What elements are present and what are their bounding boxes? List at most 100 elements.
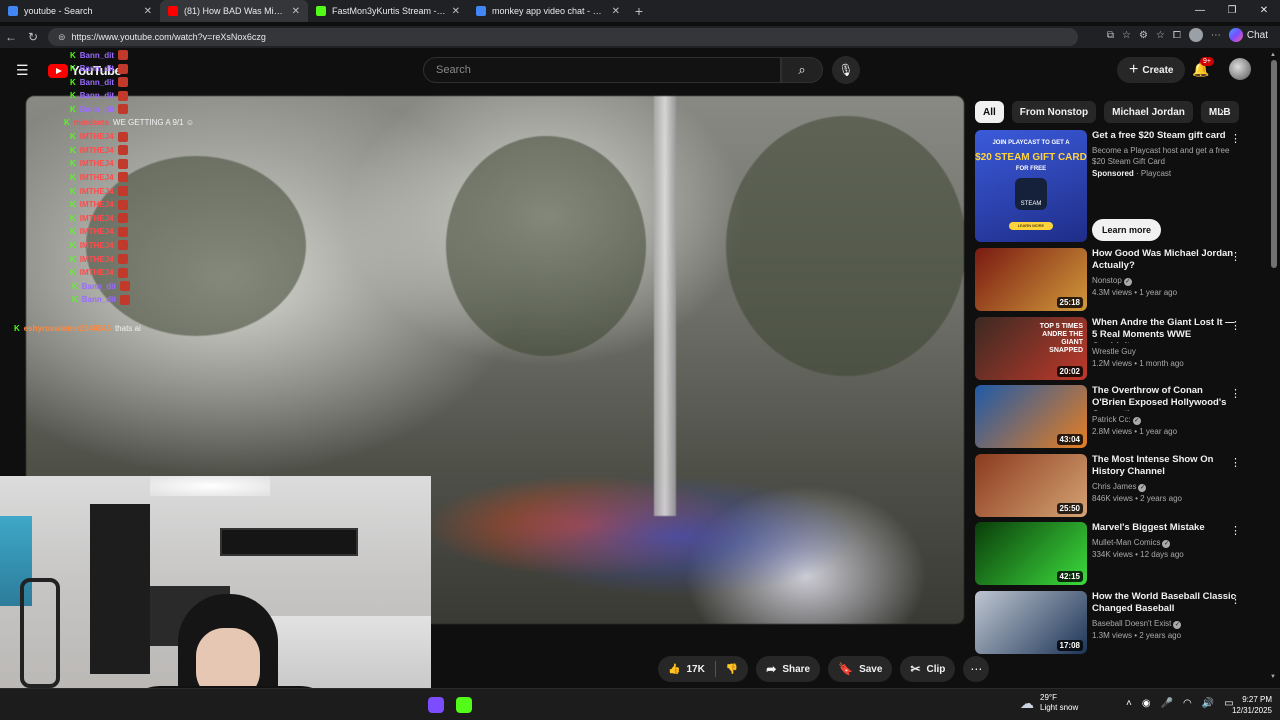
collections-icon[interactable]: ⧠ xyxy=(1173,30,1181,41)
favorite-star-icon[interactable]: ☆ xyxy=(1122,30,1131,41)
kick-app-icon[interactable] xyxy=(456,697,472,713)
video-thumbnail[interactable]: 43:04 xyxy=(975,385,1087,448)
search-button[interactable]: ⌕ xyxy=(781,57,823,83)
ad-thumb-main: $20 STEAM GIFT CARD xyxy=(975,152,1087,163)
thumbs-up-icon: 👍 xyxy=(668,663,681,675)
kebab-menu-icon[interactable]: ⋮ xyxy=(1230,319,1241,332)
emote-icon xyxy=(117,158,128,169)
channel-name[interactable]: Mullet-Man Comics xyxy=(1092,538,1160,547)
video-title[interactable]: The Overthrow of Conan O'Brien Exposed H… xyxy=(1092,385,1237,411)
recommended-video[interactable]: 25:50 The Most Intense Show On History Ch… xyxy=(975,454,1245,517)
video-title[interactable]: The Most Intense Show On History Channel xyxy=(1092,454,1237,478)
search-box xyxy=(423,57,781,83)
ad-thumbnail[interactable]: JOIN PLAYCAST TO GET A $20 STEAM GIFT CA… xyxy=(975,130,1087,242)
video-title[interactable]: When Andre the Giant Lost It — 5 Real Mo… xyxy=(1092,317,1237,343)
voice-search-button[interactable]: 🎙 xyxy=(832,56,860,84)
channel-name[interactable]: Baseball Doesn't Exist xyxy=(1092,619,1171,628)
kebab-menu-icon[interactable]: ⋮ xyxy=(1230,456,1241,469)
discord-icon[interactable] xyxy=(428,697,444,713)
extensions-icon[interactable]: ⚙ xyxy=(1139,30,1148,41)
chat-username: IMTHEJ4 xyxy=(79,145,114,155)
video-thumbnail[interactable]: TOP 5 TIMES ANDRE THE GIANT SNAPPED 20:02 xyxy=(975,317,1087,380)
channel-name[interactable]: Nonstop xyxy=(1092,276,1122,285)
browser-tab[interactable]: monkey app video chat - Search ✕ xyxy=(468,0,628,22)
notifications-button[interactable]: 🔔 9+ xyxy=(1192,57,1214,78)
tab-close-icon[interactable]: ✕ xyxy=(612,6,620,17)
chevron-right-icon[interactable]: › xyxy=(1220,104,1224,118)
weather-widget[interactable]: ☁ 29°F Light snow xyxy=(1020,693,1078,713)
channel-name[interactable]: Wrestle Guy xyxy=(1092,347,1136,356)
video-title[interactable]: Marvel's Biggest Mistake xyxy=(1092,522,1237,534)
channel-name[interactable]: Patrick Cc: xyxy=(1092,415,1131,424)
clip-button[interactable]: ✂ Clip xyxy=(900,656,956,682)
share-button[interactable]: ➦ Share xyxy=(756,656,821,682)
ad-thumb-top: JOIN PLAYCAST TO GET A xyxy=(992,140,1070,146)
filter-chip[interactable]: All xyxy=(975,101,1004,123)
chat-message: Keshyroswiener2546545 thats ai xyxy=(14,324,141,333)
tab-favicon-icon xyxy=(476,6,486,16)
video-stats: 1.3M views • 2 years ago xyxy=(1092,631,1182,640)
chevron-up-icon[interactable]: ˄ xyxy=(1126,698,1132,709)
kick-badge-icon: K xyxy=(70,254,76,264)
video-thumbnail[interactable]: 25:50 xyxy=(975,454,1087,517)
maximize-button[interactable]: ❐ xyxy=(1216,0,1248,22)
video-thumbnail[interactable]: 25:18 xyxy=(975,248,1087,311)
kebab-menu-icon[interactable]: ⋮ xyxy=(1230,250,1241,263)
scroll-up-icon[interactable]: ▲ xyxy=(1270,52,1276,58)
close-window-button[interactable]: ✕ xyxy=(1248,0,1280,22)
system-tray: ˄ ◉ 🎤 ◠ 🔊 ▭ xyxy=(1126,698,1234,709)
video-thumbnail[interactable]: 17:08 xyxy=(975,591,1087,654)
kick-badge-icon: K xyxy=(72,281,78,291)
recommended-video[interactable]: 43:04 The Overthrow of Conan O'Brien Expo… xyxy=(975,385,1245,448)
chat-message: K IMTHEJ4 xyxy=(70,158,128,169)
dislike-button[interactable]: 👎 xyxy=(716,656,748,682)
app-available-icon[interactable]: ⧉ xyxy=(1107,30,1114,41)
kebab-menu-icon[interactable]: ⋮ xyxy=(1230,524,1241,537)
new-tab-button[interactable]: + xyxy=(628,3,650,19)
video-title[interactable]: How the World Baseball Classic Changed B… xyxy=(1092,591,1237,615)
tab-close-icon[interactable]: ✕ xyxy=(292,6,300,17)
avatar[interactable] xyxy=(1229,58,1251,80)
microphone-tray-icon[interactable]: 🎤 xyxy=(1161,698,1173,709)
tab-close-icon[interactable]: ✕ xyxy=(452,6,460,17)
ad-sponsor-line: Sponsored · Playcast xyxy=(1092,169,1172,178)
like-button[interactable]: 👍 17K xyxy=(658,656,715,682)
more-actions-button[interactable]: ⋯ xyxy=(963,656,990,682)
page-scrollbar[interactable] xyxy=(1271,60,1277,268)
kebab-menu-icon[interactable]: ⋮ xyxy=(1230,593,1241,606)
taskbar-clock[interactable]: 9:27 PM 12/31/2025 xyxy=(1222,694,1272,716)
wifi-icon[interactable]: ◠ xyxy=(1183,698,1192,709)
learn-more-button[interactable]: Learn more xyxy=(1092,219,1162,241)
chat-username: IMTHEJ4 xyxy=(79,172,114,182)
chat-message: K Bann_dit xyxy=(70,90,129,101)
create-button[interactable]: + Create xyxy=(1117,57,1186,83)
like-count: 17K xyxy=(686,663,705,675)
tray-app-icon[interactable]: ◉ xyxy=(1142,698,1151,709)
volume-icon[interactable]: 🔊 xyxy=(1202,698,1214,709)
ad-kebab-icon[interactable]: ⋮ xyxy=(1230,132,1241,145)
filter-chip[interactable]: From Nonstop xyxy=(1011,101,1097,123)
filter-chip[interactable]: Michael Jordan xyxy=(1104,101,1193,123)
kick-badge-icon: K xyxy=(70,132,76,142)
recommended-video[interactable]: 42:15 Marvel's Biggest Mistake Mullet-Man … xyxy=(975,522,1245,585)
scroll-down-icon[interactable]: ▼ xyxy=(1270,674,1276,680)
save-label: Save xyxy=(859,663,883,675)
video-thumbnail[interactable]: 42:15 xyxy=(975,522,1087,585)
recommended-video[interactable]: TOP 5 TIMES ANDRE THE GIANT SNAPPED 20:02… xyxy=(975,317,1245,380)
browser-profile-avatar[interactable] xyxy=(1188,28,1203,42)
kebab-menu-icon[interactable]: ⋮ xyxy=(1230,387,1241,400)
channel-name[interactable]: Chris James xyxy=(1092,482,1136,491)
browser-menu-icon[interactable]: ⋯ xyxy=(1211,30,1221,41)
sponsored-ad[interactable]: JOIN PLAYCAST TO GET A $20 STEAM GIFT CA… xyxy=(975,130,1245,242)
minimize-button[interactable]: — xyxy=(1184,0,1216,22)
recommended-video[interactable]: 17:08 How the World Baseball Classic Chan… xyxy=(975,591,1245,654)
save-button[interactable]: 🔖 Save xyxy=(828,656,893,682)
kick-badge-icon: K xyxy=(70,159,76,169)
search-input[interactable] xyxy=(436,64,768,76)
recommended-video[interactable]: 25:18 How Good Was Michael Jordan Actuall… xyxy=(975,248,1245,311)
favorites-icon[interactable]: ☆ xyxy=(1156,30,1165,41)
video-title[interactable]: How Good Was Michael Jordan Actually? xyxy=(1092,248,1237,272)
copilot-chat-button[interactable]: Chat xyxy=(1228,28,1268,42)
chat-message: Kmindsets WE GETTING A 9/1 ☺ xyxy=(64,118,194,127)
browser-tab[interactable]: FastMon3yKurtis Stream - Watch L ✕ xyxy=(308,0,468,22)
